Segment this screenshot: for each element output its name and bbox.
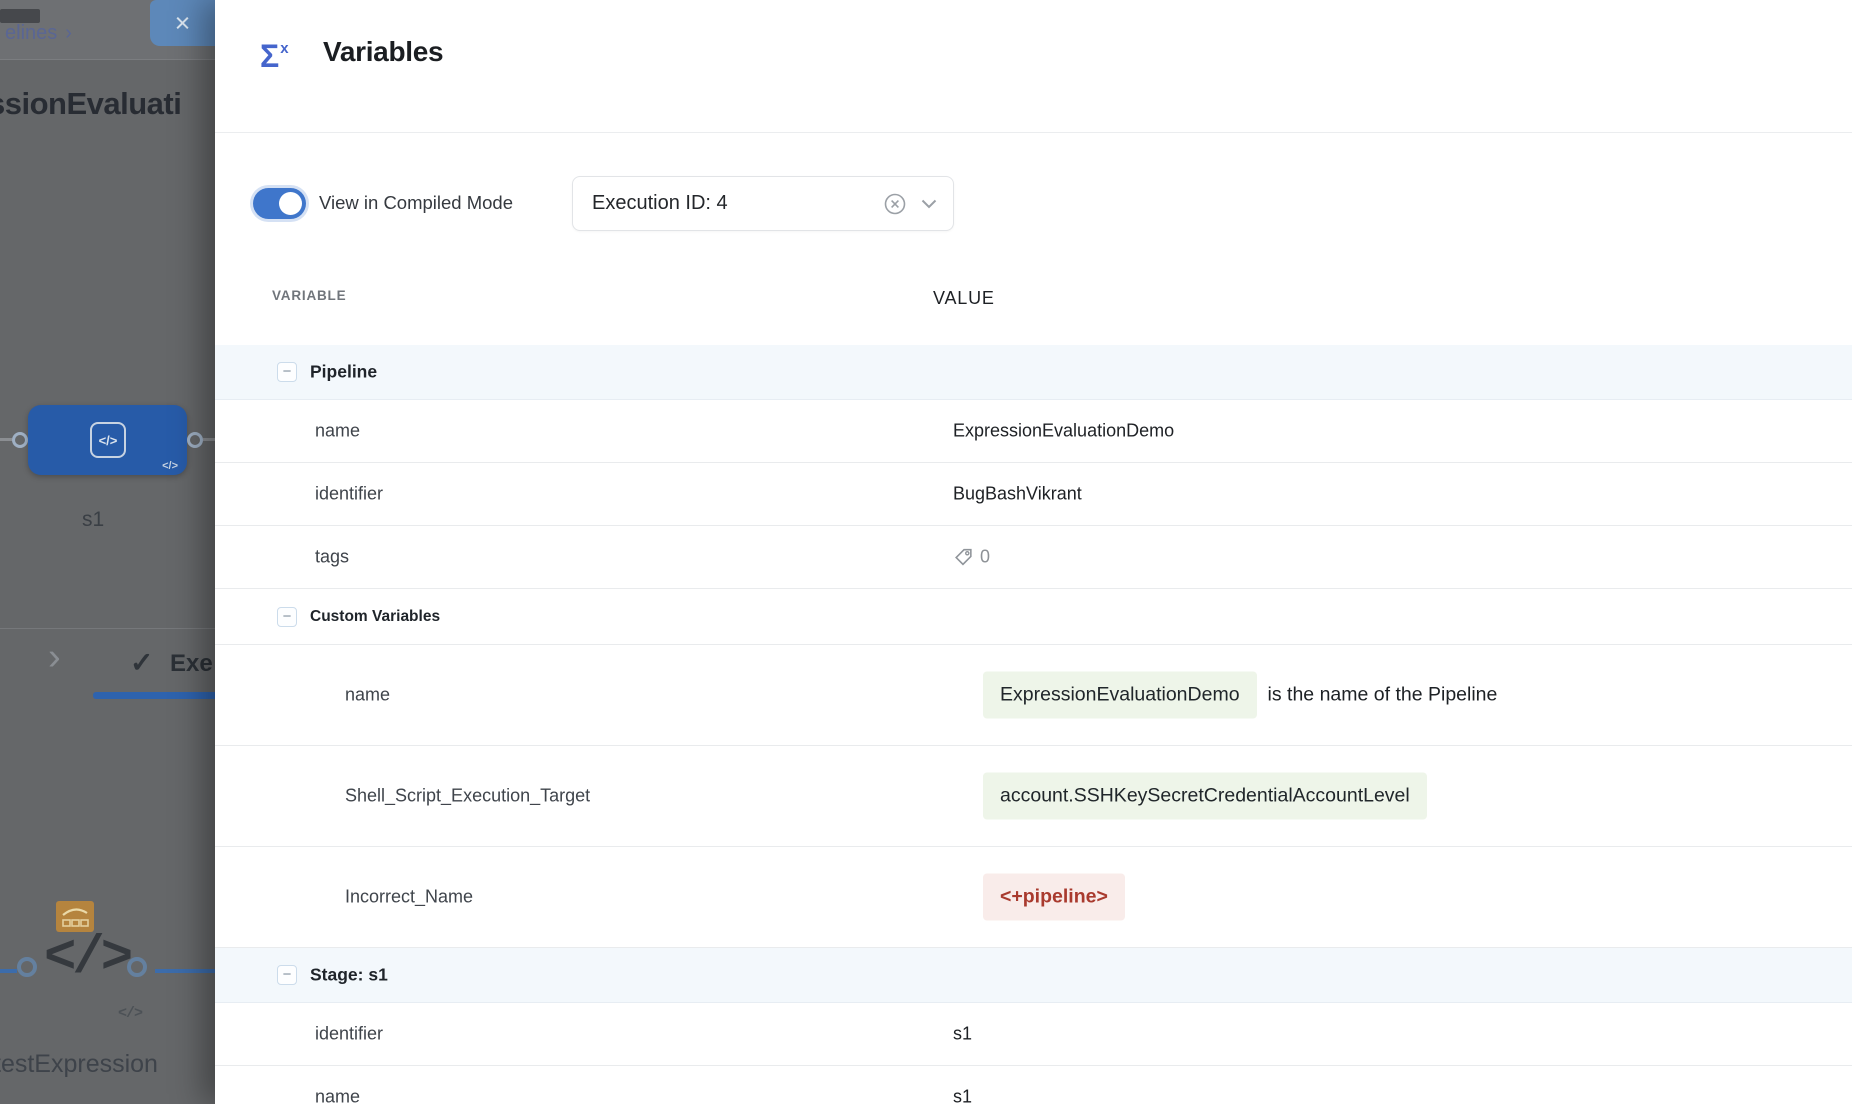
variable-value: s1 bbox=[953, 1087, 972, 1104]
value-text: ExpressionEvaluationDemo bbox=[953, 421, 1174, 442]
value-highlight: ExpressionEvaluationDemo bbox=[983, 672, 1257, 719]
variable-name: identifier bbox=[315, 484, 383, 505]
collapse-icon[interactable]: − bbox=[277, 362, 297, 382]
collapse-icon[interactable]: − bbox=[277, 965, 297, 985]
variable-value: BugBashVikrant bbox=[953, 484, 1082, 505]
table-header: VARIABLE VALUE bbox=[215, 288, 1852, 318]
chevron-down-icon[interactable] bbox=[921, 199, 937, 209]
step-connector-line bbox=[155, 969, 215, 973]
tag-count: 0 bbox=[980, 547, 990, 568]
variables-icon: Σx bbox=[260, 38, 289, 75]
active-tab-underline bbox=[93, 692, 215, 699]
variable-name: name bbox=[315, 421, 360, 442]
variable-name: name bbox=[315, 1087, 360, 1104]
step-connector-dot bbox=[17, 957, 37, 977]
variable-name: tags bbox=[315, 547, 349, 568]
variables-table-body: −PipelinenameExpressionEvaluationDemoide… bbox=[215, 345, 1852, 1104]
check-icon: ✓ bbox=[130, 646, 153, 679]
breadcrumb-chevron-icon: › bbox=[65, 22, 72, 44]
page-title: ssionEvaluati bbox=[0, 86, 181, 122]
step-connector-line bbox=[0, 969, 17, 973]
variable-name: identifier bbox=[315, 1024, 383, 1045]
variable-name: Shell_Script_Execution_Target bbox=[345, 786, 590, 807]
nav-logo bbox=[0, 9, 40, 23]
close-button[interactable]: × bbox=[150, 0, 215, 46]
variable-value: account.SSHKeySecretCredentialAccountLev… bbox=[983, 773, 1427, 820]
variable-value: <+pipeline> bbox=[983, 874, 1125, 921]
execution-id-value: Execution ID: 4 bbox=[592, 192, 883, 215]
breadcrumb[interactable]: elines› bbox=[5, 22, 72, 45]
dimmed-backdrop: elines› ssionEvaluati </> </> s1 › ✓ Exe bbox=[0, 0, 215, 1104]
panel-header: Σx Variables bbox=[215, 0, 1852, 133]
value-highlight: <+pipeline> bbox=[983, 874, 1125, 921]
value-text: s1 bbox=[953, 1087, 972, 1104]
value-suffix: is the name of the Pipeline bbox=[1268, 684, 1498, 707]
pipeline-connector-dot bbox=[12, 432, 28, 448]
var-row-custom-variables-shell-script-execution-target: Shell_Script_Execution_Target account.SSH… bbox=[215, 746, 1852, 847]
var-row-stage-s1-identifier: identifier s1 bbox=[215, 1003, 1852, 1066]
variable-name: Incorrect_Name bbox=[345, 887, 473, 908]
var-row-custom-variables-incorrect-name: Incorrect_Name <+pipeline> bbox=[215, 847, 1852, 948]
screen: elines› ssionEvaluati </> </> s1 › ✓ Exe bbox=[0, 0, 1852, 1104]
var-row-pipeline-name: name ExpressionEvaluationDemo bbox=[215, 400, 1852, 463]
compiled-mode-label: View in Compiled Mode bbox=[319, 192, 513, 214]
step-connector-dot bbox=[127, 957, 147, 977]
section-header-stage-s1: −Stage: s1 bbox=[215, 948, 1852, 1003]
stage-node-label: s1 bbox=[82, 508, 104, 532]
stage-node-s1[interactable]: </> </> bbox=[28, 405, 187, 475]
pipeline-connector-line bbox=[203, 438, 215, 441]
pipeline-connector-line bbox=[0, 438, 12, 441]
tag-icon bbox=[953, 547, 974, 568]
shell-script-step-icon[interactable]: </> bbox=[44, 928, 129, 989]
execution-id-select[interactable]: Execution ID: 4 bbox=[572, 176, 954, 231]
column-header-variable: VARIABLE bbox=[272, 288, 346, 303]
variable-value: ExpressionEvaluationDemo is the name of t… bbox=[983, 672, 1497, 719]
var-row-pipeline-identifier: identifier BugBashVikrant bbox=[215, 463, 1852, 526]
clear-selection-icon[interactable] bbox=[883, 192, 907, 216]
collapse-icon[interactable]: − bbox=[277, 607, 297, 627]
section-title: Pipeline bbox=[310, 362, 377, 383]
column-header-value: VALUE bbox=[933, 288, 995, 309]
pipeline-connector-dot bbox=[187, 432, 203, 448]
variable-value: 0 bbox=[953, 547, 990, 568]
code-icon: </> bbox=[162, 460, 178, 472]
variable-value: ExpressionEvaluationDemo bbox=[953, 421, 1174, 442]
value-highlight: account.SSHKeySecretCredentialAccountLev… bbox=[983, 773, 1427, 820]
var-row-pipeline-tags: tags 0 bbox=[215, 526, 1852, 589]
tab-execution[interactable]: Exe bbox=[170, 650, 213, 678]
section-header-custom-variables: −Custom Variables bbox=[215, 589, 1852, 645]
var-row-stage-s1-name: name s1 bbox=[215, 1066, 1852, 1104]
compiled-mode-toggle[interactable] bbox=[253, 188, 306, 219]
custom-stage-icon: </> bbox=[90, 422, 126, 458]
variables-panel: Σx Variables View in Compiled Mode Execu… bbox=[215, 0, 1852, 1104]
close-icon: × bbox=[175, 8, 191, 38]
code-icon: </> bbox=[118, 1005, 142, 1022]
panel-title: Variables bbox=[323, 36, 443, 68]
var-row-custom-variables-name: name ExpressionEvaluationDemo is the name … bbox=[215, 645, 1852, 746]
section-title: Stage: s1 bbox=[310, 965, 388, 986]
section-title: Custom Variables bbox=[310, 608, 440, 626]
value-text: BugBashVikrant bbox=[953, 484, 1082, 505]
variable-value: s1 bbox=[953, 1024, 972, 1045]
variable-name: name bbox=[345, 685, 390, 706]
section-header-pipeline: −Pipeline bbox=[215, 345, 1852, 400]
divider bbox=[0, 628, 215, 629]
value-text: s1 bbox=[953, 1024, 972, 1045]
toggle-knob bbox=[279, 192, 302, 215]
chevron-right-icon[interactable]: › bbox=[48, 636, 61, 679]
step-label: testExpression bbox=[0, 1050, 158, 1079]
